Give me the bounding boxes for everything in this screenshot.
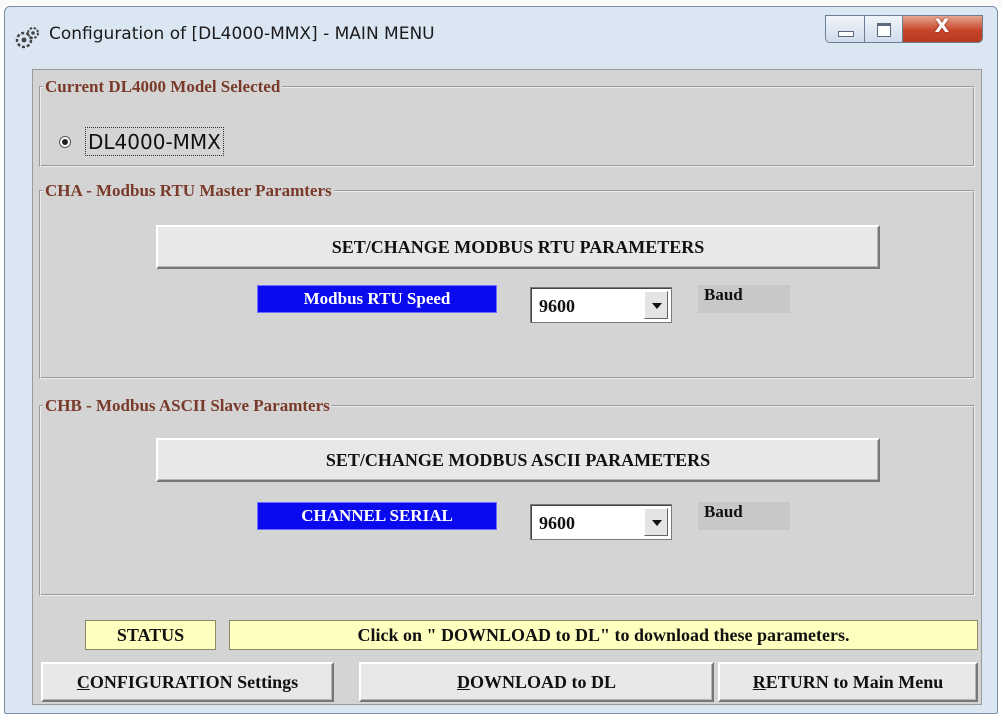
client-area: Current DL4000 Model Selected DL4000-MMX…	[32, 69, 982, 705]
mnemonic-c: C	[76, 672, 90, 692]
app-config-icon	[15, 27, 39, 49]
status-message: Click on " DOWNLOAD to DL" to download t…	[229, 620, 978, 650]
title-bar[interactable]: Configuration of [DL4000-MMX] - MAIN MEN…	[5, 7, 997, 63]
rtu-speed-select[interactable]: 9600	[530, 287, 672, 323]
mnemonic-r: R	[752, 672, 766, 692]
configuration-settings-button[interactable]: CONFIGURATION Settings	[41, 662, 334, 702]
model-group-legend: Current DL4000 Model Selected	[45, 77, 281, 96]
return-main-menu-label: ETURN to Main Menu	[765, 672, 944, 692]
model-radio-label[interactable]: DL4000-MMX	[85, 127, 224, 156]
config-window: Configuration of [DL4000-MMX] - MAIN MEN…	[4, 6, 998, 714]
ascii-baud-unit: Baud	[698, 502, 790, 530]
download-to-dl-button[interactable]: DOWNLOAD to DL	[359, 662, 714, 702]
chb-group-legend: CHB - Modbus ASCII Slave Paramters	[45, 396, 330, 415]
cha-group: CHA - Modbus RTU Master Paramters SET/CH…	[39, 181, 975, 379]
set-ascii-parameters-button[interactable]: SET/CHANGE MODBUS ASCII PARAMETERS	[156, 438, 880, 482]
chevron-down-icon[interactable]	[644, 291, 668, 319]
maximize-button[interactable]	[865, 15, 903, 43]
mnemonic-d: D	[456, 672, 470, 692]
chevron-down-icon[interactable]	[644, 508, 668, 536]
return-main-menu-button[interactable]: RETURN to Main Menu	[718, 662, 978, 702]
model-group: Current DL4000 Model Selected DL4000-MMX	[39, 77, 975, 167]
download-to-dl-label: OWNLOAD to DL	[469, 672, 616, 692]
close-button[interactable]: X	[903, 15, 983, 43]
set-rtu-parameters-button[interactable]: SET/CHANGE MODBUS RTU PARAMETERS	[156, 225, 880, 269]
cha-group-legend: CHA - Modbus RTU Master Paramters	[45, 181, 332, 200]
rtu-baud-unit: Baud	[698, 285, 790, 313]
configuration-settings-label: ONFIGURATION Settings	[89, 672, 299, 692]
close-icon: X	[934, 15, 950, 37]
rtu-speed-label: Modbus RTU Speed	[257, 285, 497, 313]
ascii-speed-value: 9600	[539, 513, 575, 533]
ascii-speed-select[interactable]: 9600	[530, 504, 672, 540]
radio-selected-icon[interactable]	[59, 136, 71, 148]
channel-serial-label: CHANNEL SERIAL	[257, 502, 497, 530]
window-title: Configuration of [DL4000-MMX] - MAIN MEN…	[49, 24, 435, 44]
chb-group: CHB - Modbus ASCII Slave Paramters SET/C…	[39, 396, 975, 596]
rtu-speed-value: 9600	[539, 296, 575, 316]
status-label: STATUS	[85, 620, 216, 650]
minimize-button[interactable]	[825, 15, 865, 43]
